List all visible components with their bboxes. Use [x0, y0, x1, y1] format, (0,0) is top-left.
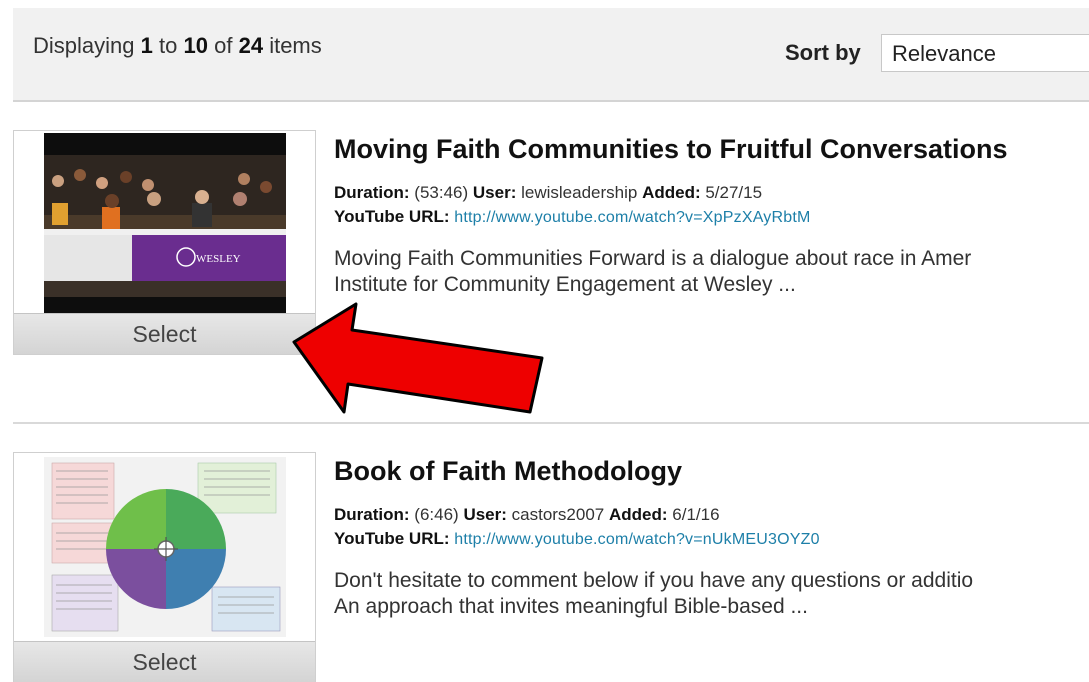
of-word: of	[214, 33, 233, 58]
url-label: YouTube URL:	[334, 207, 450, 226]
added-value: 5/27/15	[705, 183, 763, 202]
video-description: Don't hesitate to comment below if you h…	[334, 568, 1089, 620]
description-line: Institute for Community Engagement at We…	[334, 273, 796, 296]
added-label: Added:	[609, 505, 668, 524]
display-prefix: Displaying	[33, 33, 135, 58]
youtube-url-link[interactable]: http://www.youtube.com/watch?v=XpPzXAyRb…	[454, 209, 810, 226]
duration-label: Duration:	[334, 505, 410, 524]
video-title[interactable]: Moving Faith Communities to Fruitful Con…	[334, 134, 1008, 165]
red-arrow-icon	[292, 302, 544, 414]
thumbnail-box: Select	[13, 452, 316, 682]
description-line: Moving Faith Communities Forward is a di…	[334, 247, 972, 270]
video-meta: Duration: (53:46) User: lewisleadership …	[334, 183, 762, 203]
user-label: User:	[472, 183, 517, 202]
item-divider	[13, 422, 1089, 424]
description-line: Don't hesitate to comment below if you h…	[334, 569, 974, 592]
duration-label: Duration:	[334, 183, 410, 202]
range-start: 1	[140, 33, 153, 58]
results-count-text: Displaying 1 to 10 of 24 items	[33, 33, 322, 59]
added-label: Added:	[642, 183, 701, 202]
url-label: YouTube URL:	[334, 529, 450, 548]
user-label: User:	[463, 505, 507, 524]
range-end: 10	[183, 33, 208, 58]
thumbnail-box: WESLEY Select	[13, 130, 316, 355]
description-line: An approach that invites meaningful Bibl…	[334, 595, 808, 618]
items-word: items	[269, 33, 322, 58]
select-button[interactable]: Select	[14, 641, 315, 682]
video-thumbnail[interactable]: WESLEY	[44, 133, 286, 315]
video-description: Moving Faith Communities Forward is a di…	[334, 246, 1089, 298]
user-value: castors2007	[511, 505, 605, 524]
total-count: 24	[238, 33, 264, 58]
video-url-row: YouTube URL: http://www.youtube.com/watc…	[334, 529, 820, 549]
to-word: to	[159, 33, 178, 58]
results-header-bar: Displaying 1 to 10 of 24 items Sort by R…	[13, 8, 1089, 102]
video-thumbnail[interactable]	[44, 457, 286, 637]
duration-value: (6:46)	[414, 505, 459, 524]
wesley-banner-text: WESLEY	[196, 253, 241, 265]
sort-label: Sort by	[785, 40, 861, 65]
added-value: 6/1/16	[672, 505, 720, 524]
video-title[interactable]: Book of Faith Methodology	[334, 456, 682, 487]
sort-select[interactable]: Relevance	[881, 34, 1089, 72]
video-meta: Duration: (6:46) User: castors2007 Added…	[334, 505, 720, 525]
select-button[interactable]: Select	[14, 313, 315, 354]
video-url-row: YouTube URL: http://www.youtube.com/watc…	[334, 207, 811, 227]
duration-value: (53:46)	[414, 183, 469, 202]
user-value: lewisleadership	[521, 183, 638, 202]
youtube-url-link[interactable]: http://www.youtube.com/watch?v=nUkMEU3OY…	[454, 531, 819, 548]
